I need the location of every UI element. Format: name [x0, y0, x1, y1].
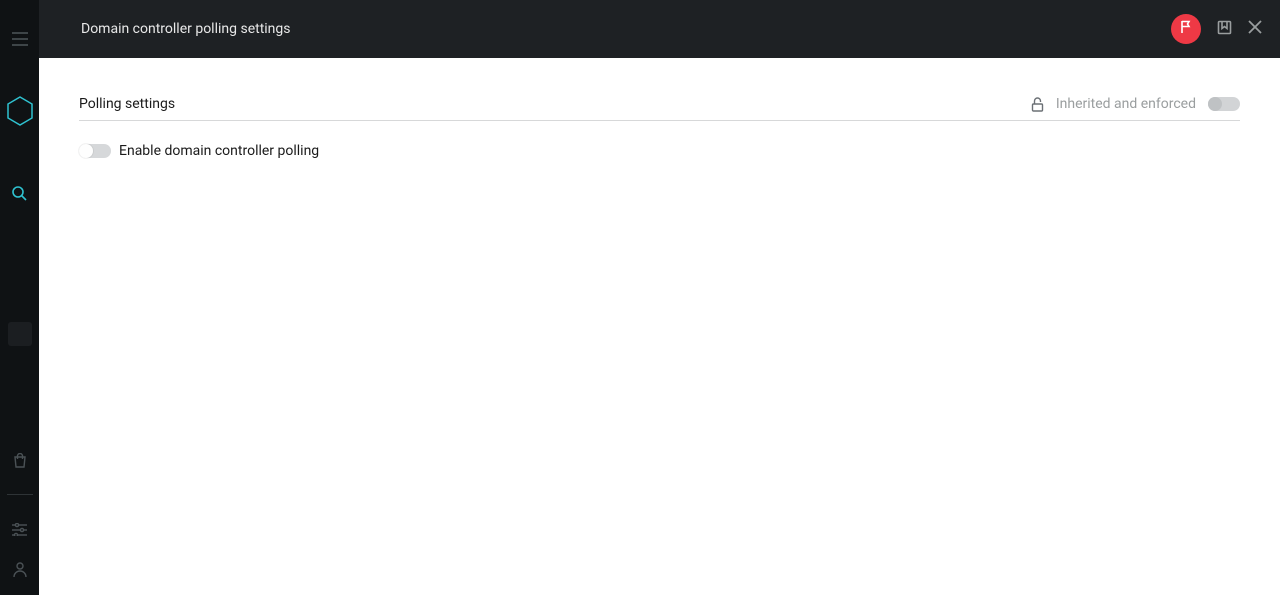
flag-button[interactable] [1171, 14, 1201, 44]
sliders-icon[interactable] [12, 523, 27, 536]
bookmark-button[interactable] [1217, 20, 1232, 39]
menu-icon[interactable] [12, 32, 28, 46]
toggle-knob [1208, 97, 1222, 111]
bookmark-icon [1217, 20, 1232, 39]
flag-icon [1179, 20, 1193, 38]
header-actions [1171, 14, 1262, 44]
panel-header: Domain controller polling settings [39, 0, 1280, 58]
lock-open-icon[interactable] [1031, 97, 1044, 112]
close-icon [1248, 20, 1262, 38]
close-button[interactable] [1248, 20, 1262, 38]
sidebar-divider [7, 494, 33, 495]
main-panel: Domain controller polling settings [39, 0, 1280, 595]
panel-body: Polling settings Inherited and enforced [39, 58, 1280, 595]
page-title: Domain controller polling settings [81, 21, 1171, 37]
inherit-enforce-toggle[interactable] [1208, 97, 1240, 111]
search-button[interactable] [0, 186, 39, 201]
app-logo[interactable] [0, 96, 39, 126]
section-title: Polling settings [79, 96, 175, 112]
enable-polling-row: Enable domain controller polling [79, 143, 1240, 159]
sidebar-selected-indicator [8, 322, 32, 346]
section-header: Polling settings Inherited and enforced [79, 96, 1240, 121]
enable-polling-toggle[interactable] [79, 144, 111, 158]
search-icon [12, 186, 27, 201]
shopping-bag-icon[interactable] [13, 453, 27, 468]
inherit-enforce-label: Inherited and enforced [1056, 96, 1196, 112]
user-icon[interactable] [13, 562, 27, 577]
sidebar-rail [0, 0, 39, 595]
enable-polling-label: Enable domain controller polling [119, 143, 319, 159]
toggle-knob [79, 144, 93, 158]
